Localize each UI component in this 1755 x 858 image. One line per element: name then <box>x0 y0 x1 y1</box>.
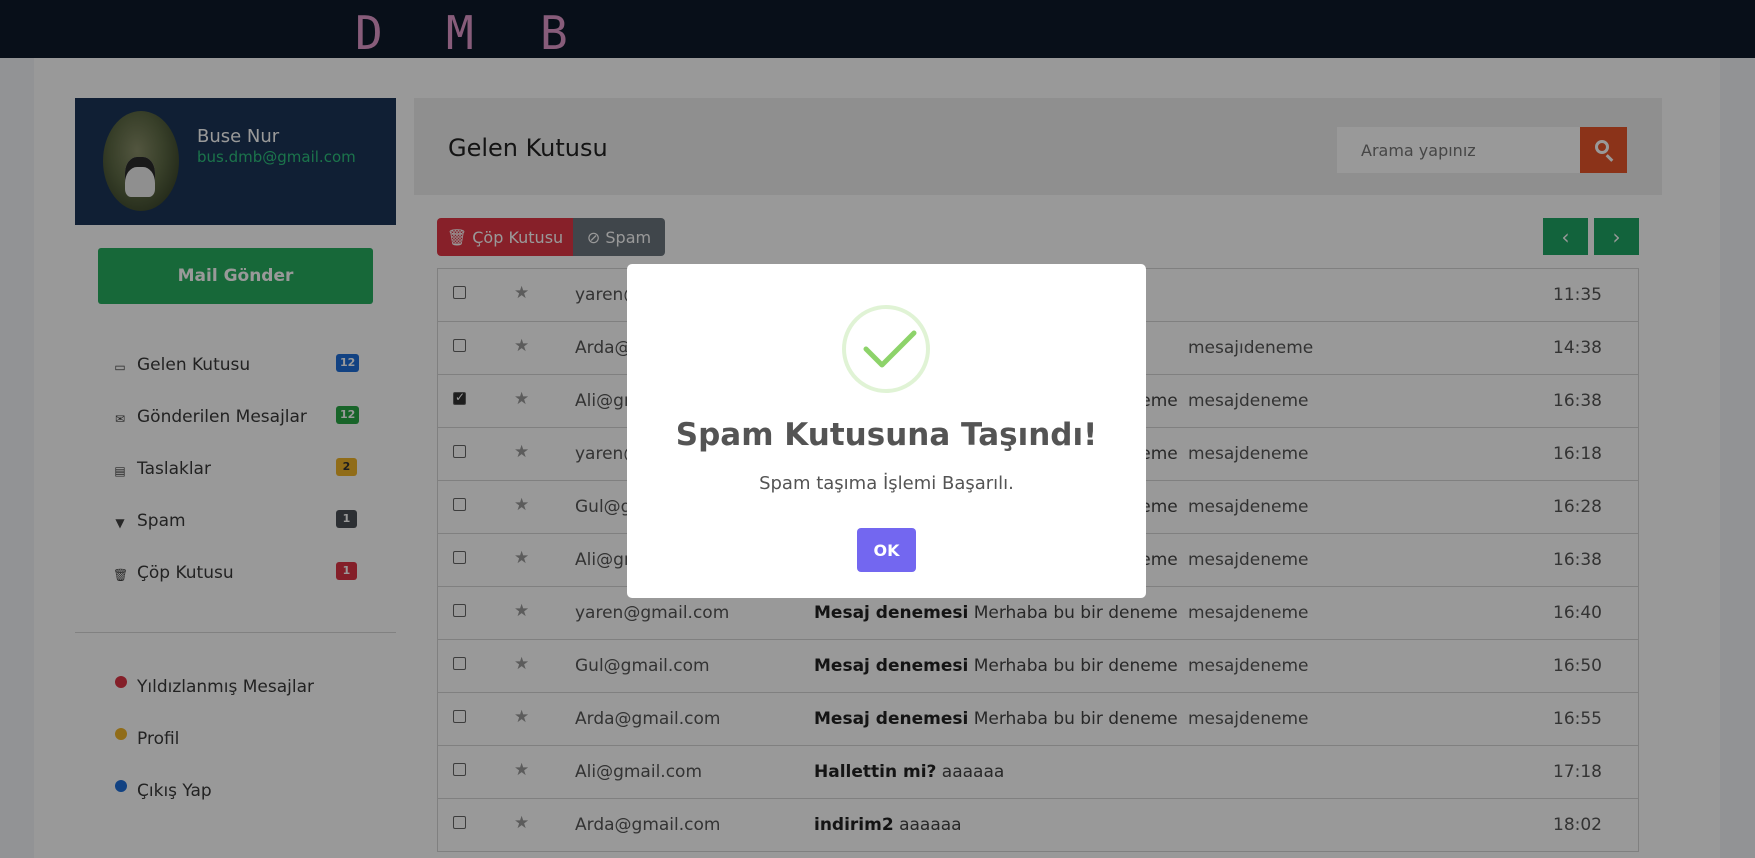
success-dialog: Spam Kutusuna Taşındı! Spam taşıma İşlem… <box>627 264 1146 598</box>
success-check-icon <box>842 305 930 393</box>
dialog-message: Spam taşıma İşlemi Başarılı. <box>759 473 1014 494</box>
ok-button[interactable]: OK <box>857 528 916 572</box>
dialog-title: Spam Kutusuna Taşındı! <box>675 417 1098 453</box>
check-icon <box>863 330 917 368</box>
